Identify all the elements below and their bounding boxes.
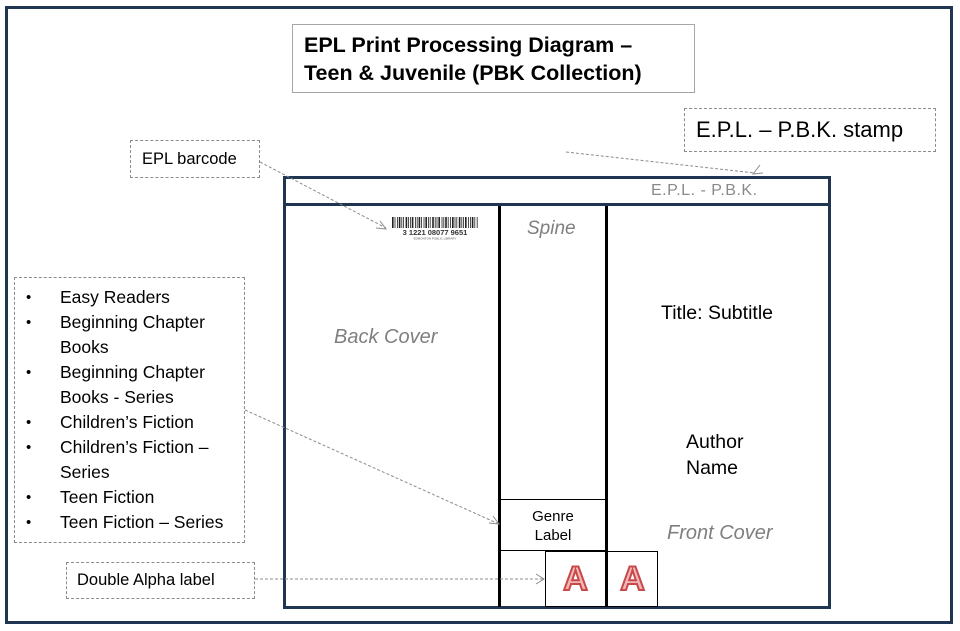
barcode-bar: [465, 217, 467, 228]
barcode-bar: [425, 217, 427, 228]
barcode-bar: [423, 217, 425, 228]
barcode-bar: [456, 217, 458, 228]
bullet-icon: •: [26, 289, 32, 306]
bullet-icon: •: [26, 514, 32, 531]
barcode-bar: [436, 217, 438, 228]
barcode-bar: [454, 217, 456, 228]
front-cover-label: Front Cover: [667, 522, 773, 544]
barcode-bar: [447, 217, 449, 228]
collection-list: • Easy Readers • Beginning Chapter Books • B…: [15, 285, 244, 535]
list-item: • Teen Fiction: [15, 485, 235, 510]
barcode-bar: [392, 217, 394, 228]
bullet-icon: •: [26, 364, 32, 381]
barcode-bar: [405, 217, 408, 228]
barcode-bar: [438, 217, 440, 228]
alpha-label-spine: A: [545, 551, 606, 607]
back-cover-label: Back Cover: [334, 326, 438, 348]
barcode-bar: [468, 217, 469, 228]
diagram-title: EPL Print Processing Diagram – Teen & Ju…: [292, 24, 695, 93]
double-alpha-callout: Double Alpha label: [66, 562, 255, 599]
barcode-bar: [421, 217, 422, 228]
alpha-label-front: A: [607, 551, 658, 607]
spine-label: Spine: [527, 218, 576, 239]
barcode-bar: [398, 217, 401, 228]
barcode-bar: [441, 217, 443, 228]
barcode-bar: [397, 217, 398, 228]
book-header-divider: [283, 203, 831, 206]
barcode-bar: [432, 217, 434, 228]
barcode-bar: [443, 217, 445, 228]
barcode-bar: [445, 217, 447, 228]
book-title-placeholder: Title: Subtitle: [661, 302, 773, 324]
list-item: • Children’s Fiction – Series: [26, 437, 209, 482]
barcode-bar: [408, 217, 409, 228]
bullet-icon: •: [26, 489, 32, 506]
barcode-bar: [474, 217, 476, 228]
list-item: • Teen Fiction – Series: [15, 510, 235, 535]
bullet-icon: •: [26, 439, 32, 456]
list-item: • Beginning Chapter Books - Series: [26, 362, 205, 407]
stamp-callout: E.P.L. – P.B.K. stamp: [684, 108, 936, 152]
author-name-placeholder: Author Name: [686, 431, 744, 479]
barcode-bar: [450, 217, 451, 228]
epl-pbk-stamp: E.P.L. - P.B.K.: [651, 182, 758, 199]
barcode-bar: [463, 217, 464, 228]
genre-label-box: Genre Label: [500, 499, 606, 551]
collection-list-callout: • Easy Readers • Beginning Chapter Books • B…: [14, 277, 245, 543]
list-item: • Easy Readers: [15, 285, 235, 310]
list-item: • Beginning Chapter Books: [26, 312, 205, 357]
barcode-bar: [416, 217, 418, 228]
barcode-bar: [403, 217, 404, 228]
barcode-bar: [411, 217, 414, 228]
alpha-letter-icon: A: [619, 560, 646, 598]
barcode-callout: EPL barcode: [130, 140, 260, 178]
barcode-icon: 3 1221 08077 9651 EDMONTON PUBLIC LIBRAR…: [390, 216, 480, 241]
barcode-bar: [452, 217, 454, 228]
barcode-bar: [401, 217, 403, 228]
barcode-bar: [429, 217, 431, 228]
barcode-graphic: 3 1221 08077 9651 EDMONTON PUBLIC LIBRAR…: [392, 217, 478, 241]
barcode-bar: [428, 217, 429, 228]
barcode-bar: [458, 217, 461, 228]
bullet-icon: •: [26, 414, 32, 431]
title-line-1: EPL Print Processing Diagram –: [304, 33, 633, 57]
alpha-letter-icon: A: [562, 560, 589, 598]
bullet-icon: •: [26, 314, 32, 331]
barcode-bar: [476, 217, 478, 228]
barcode-bar: [461, 217, 463, 228]
barcode-bar: [470, 217, 471, 228]
barcode-caption: EDMONTON PUBLIC LIBRARY: [414, 237, 457, 241]
barcode-bar: [415, 217, 416, 228]
barcode-bar: [471, 217, 474, 228]
barcode-bar: [394, 217, 396, 228]
barcode-bar: [418, 217, 421, 228]
barcode-bar: [410, 217, 411, 228]
title-line-2: Teen & Juvenile (PBK Collection): [304, 61, 642, 85]
list-item: • Children’s Fiction: [15, 410, 235, 435]
barcode-bar: [434, 217, 436, 228]
